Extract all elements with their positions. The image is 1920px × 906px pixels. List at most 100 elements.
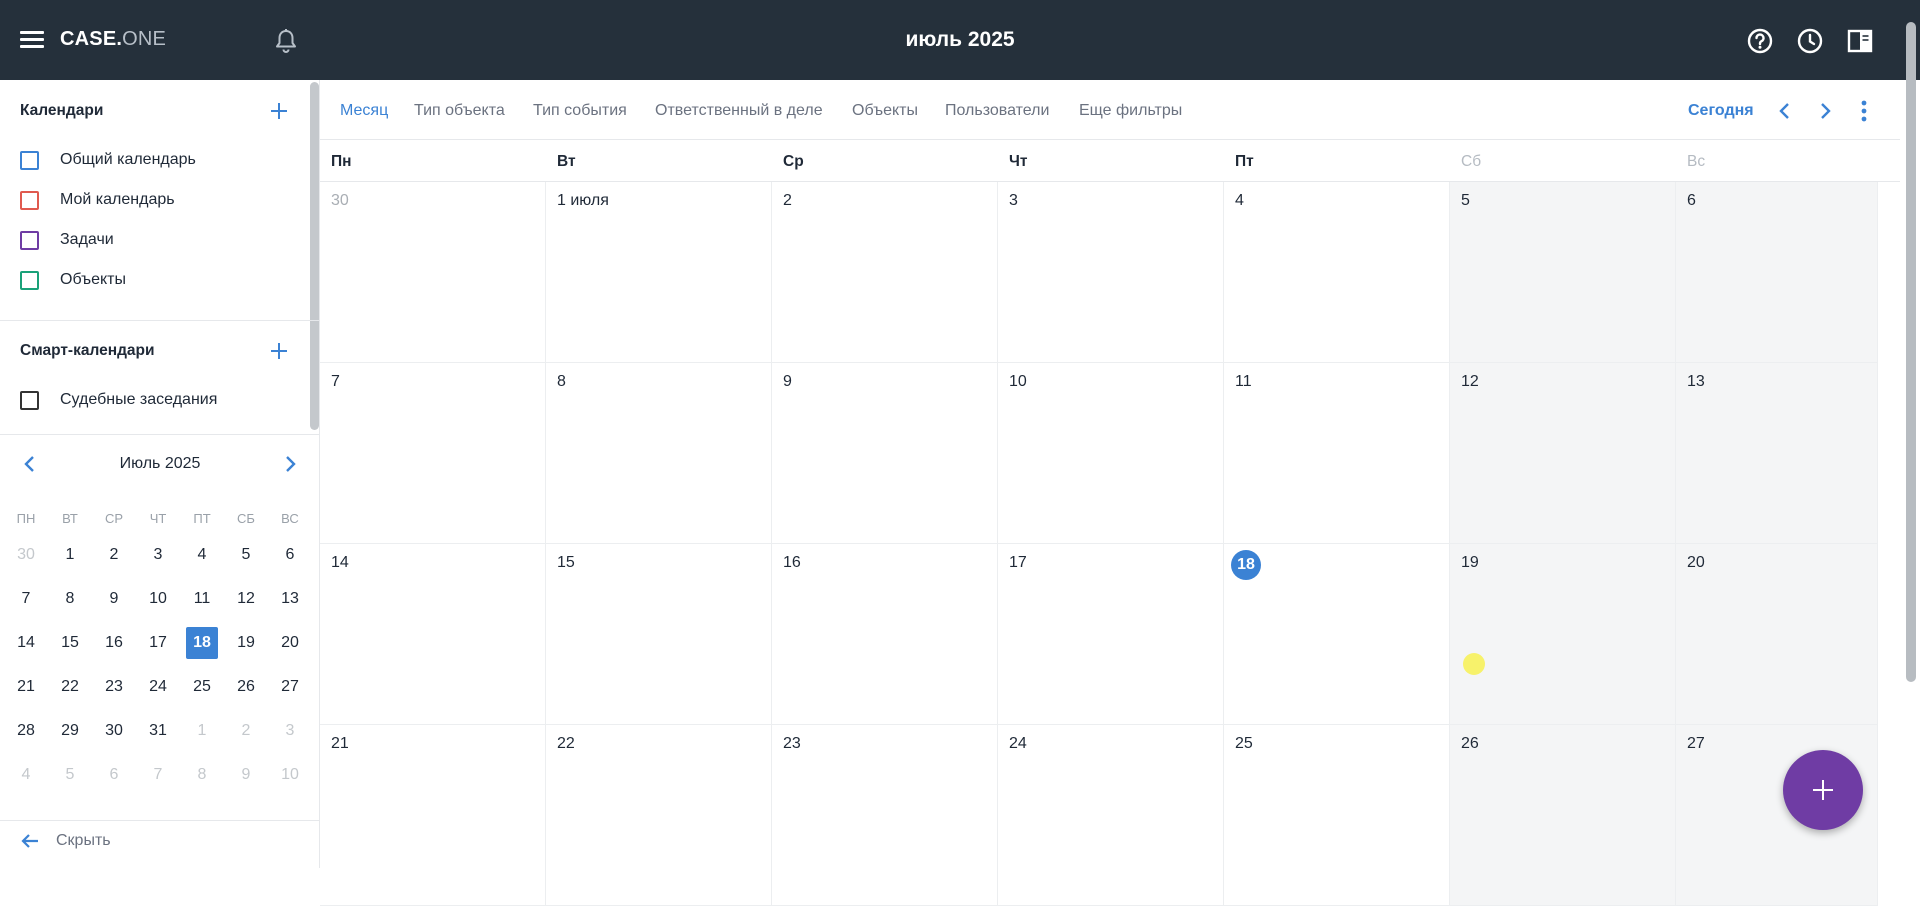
- mini-next-month-icon[interactable]: [280, 452, 300, 476]
- mini-day-cell[interactable]: 30: [92, 709, 136, 753]
- page-scrollbar[interactable]: [1906, 22, 1916, 682]
- day-cell[interactable]: 4: [1224, 182, 1450, 363]
- day-cell[interactable]: 13: [1676, 363, 1878, 544]
- mini-day-cell[interactable]: 19: [224, 621, 268, 665]
- day-cell[interactable]: 1 июля: [546, 182, 772, 363]
- filter-event-type[interactable]: Тип события: [533, 102, 627, 120]
- calendar-item-tasks[interactable]: Задачи: [20, 228, 290, 252]
- mini-day-cell[interactable]: 27: [268, 665, 312, 709]
- mini-day-cell[interactable]: 5: [224, 533, 268, 577]
- mini-day-cell[interactable]: 7: [136, 753, 180, 797]
- mini-day-cell[interactable]: 3: [136, 533, 180, 577]
- mini-day-cell[interactable]: 29: [48, 709, 92, 753]
- day-cell[interactable]: 6: [1676, 182, 1878, 363]
- mini-day-cell[interactable]: 3: [268, 709, 312, 753]
- add-event-button[interactable]: [1783, 750, 1863, 830]
- calendar-checkbox[interactable]: [20, 390, 39, 410]
- mini-day-cell[interactable]: 22: [48, 665, 92, 709]
- calendar-checkbox[interactable]: [20, 230, 39, 250]
- mini-day-cell[interactable]: 8: [180, 753, 224, 797]
- add-calendar-button[interactable]: [268, 100, 290, 122]
- day-cell[interactable]: 26: [1450, 725, 1676, 906]
- day-cell[interactable]: 20: [1676, 544, 1878, 725]
- mini-day-cell[interactable]: 20: [268, 621, 312, 665]
- day-cell[interactable]: 21: [320, 725, 546, 906]
- mini-day-cell[interactable]: 5: [48, 753, 92, 797]
- mini-day-cell[interactable]: 14: [4, 621, 48, 665]
- day-cell[interactable]: 30: [320, 182, 546, 363]
- day-cell[interactable]: 22: [546, 725, 772, 906]
- add-smart-calendar-button[interactable]: [268, 340, 290, 362]
- day-cell[interactable]: 5: [1450, 182, 1676, 363]
- day-cell[interactable]: 12: [1450, 363, 1676, 544]
- day-cell[interactable]: 19: [1450, 544, 1676, 725]
- filter-object-type[interactable]: Тип объекта: [414, 102, 505, 120]
- mini-day-cell[interactable]: 23: [92, 665, 136, 709]
- mini-day-cell[interactable]: 21: [4, 665, 48, 709]
- day-cell[interactable]: 16: [772, 544, 998, 725]
- calendar-item-objects[interactable]: Объекты: [20, 268, 290, 292]
- mini-day-cell[interactable]: 28: [4, 709, 48, 753]
- mini-day-cell[interactable]: 2: [224, 709, 268, 753]
- day-cell[interactable]: 18: [1224, 544, 1450, 725]
- day-cell[interactable]: 15: [546, 544, 772, 725]
- calendar-checkbox[interactable]: [20, 150, 39, 170]
- logo[interactable]: CASE.ONE: [60, 28, 166, 51]
- mini-day-cell[interactable]: 25: [180, 665, 224, 709]
- day-cell[interactable]: 10: [998, 363, 1224, 544]
- filter-objects[interactable]: Объекты: [852, 102, 918, 120]
- filter-month[interactable]: Месяц: [340, 102, 388, 120]
- menu-icon[interactable]: [20, 29, 44, 49]
- calendar-checkbox[interactable]: [20, 270, 39, 290]
- today-button[interactable]: Сегодня: [1688, 102, 1754, 120]
- mini-day-cell[interactable]: 2: [92, 533, 136, 577]
- day-cell[interactable]: 7: [320, 363, 546, 544]
- panel-toggle-icon[interactable]: [1845, 26, 1875, 56]
- day-cell[interactable]: 24: [998, 725, 1224, 906]
- calendar-checkbox[interactable]: [20, 190, 39, 210]
- sidebar-scrollbar[interactable]: [310, 82, 319, 430]
- mini-day-cell[interactable]: 13: [268, 577, 312, 621]
- mini-day-cell[interactable]: 1: [48, 533, 92, 577]
- mini-day-cell[interactable]: 12: [224, 577, 268, 621]
- day-cell[interactable]: 8: [546, 363, 772, 544]
- filter-users[interactable]: Пользователи: [945, 102, 1049, 120]
- day-cell[interactable]: 25: [1224, 725, 1450, 906]
- mini-day-cell[interactable]: 9: [92, 577, 136, 621]
- mini-day-cell[interactable]: 10: [136, 577, 180, 621]
- mini-day-cell[interactable]: 6: [268, 533, 312, 577]
- mini-day-cell[interactable]: 30: [4, 533, 48, 577]
- mini-day-cell[interactable]: 4: [4, 753, 48, 797]
- mini-day-cell[interactable]: 24: [136, 665, 180, 709]
- hide-sidebar-button[interactable]: Скрыть: [20, 829, 111, 853]
- bell-icon[interactable]: [273, 27, 299, 55]
- mini-day-cell[interactable]: 15: [48, 621, 92, 665]
- filter-more[interactable]: Еще фильтры: [1079, 102, 1182, 120]
- day-cell[interactable]: 17: [998, 544, 1224, 725]
- mini-day-cell[interactable]: 1: [180, 709, 224, 753]
- mini-day-cell[interactable]: 31: [136, 709, 180, 753]
- day-cell[interactable]: 9: [772, 363, 998, 544]
- more-vert-icon[interactable]: [1852, 98, 1876, 124]
- mini-day-cell[interactable]: 4: [180, 533, 224, 577]
- next-month-icon[interactable]: [1813, 98, 1837, 124]
- day-cell[interactable]: 2: [772, 182, 998, 363]
- day-cell[interactable]: 23: [772, 725, 998, 906]
- mini-day-cell[interactable]: 17: [136, 621, 180, 665]
- calendar-item-mine[interactable]: Мой календарь: [20, 188, 290, 212]
- filter-responsible[interactable]: Ответственный в деле: [655, 102, 823, 120]
- calendar-item-common[interactable]: Общий календарь: [20, 148, 290, 172]
- calendar-item-court[interactable]: Судебные заседания: [20, 388, 290, 412]
- mini-prev-month-icon[interactable]: [20, 452, 40, 476]
- day-cell[interactable]: 11: [1224, 363, 1450, 544]
- mini-day-cell[interactable]: 7: [4, 577, 48, 621]
- clock-icon[interactable]: [1795, 26, 1825, 56]
- mini-day-cell[interactable]: 10: [268, 753, 312, 797]
- mini-day-cell[interactable]: 16: [92, 621, 136, 665]
- day-cell[interactable]: 3: [998, 182, 1224, 363]
- mini-day-cell[interactable]: 9: [224, 753, 268, 797]
- mini-day-cell[interactable]: 11: [180, 577, 224, 621]
- mini-day-cell[interactable]: 6: [92, 753, 136, 797]
- prev-month-icon[interactable]: [1773, 98, 1797, 124]
- mini-day-cell[interactable]: 8: [48, 577, 92, 621]
